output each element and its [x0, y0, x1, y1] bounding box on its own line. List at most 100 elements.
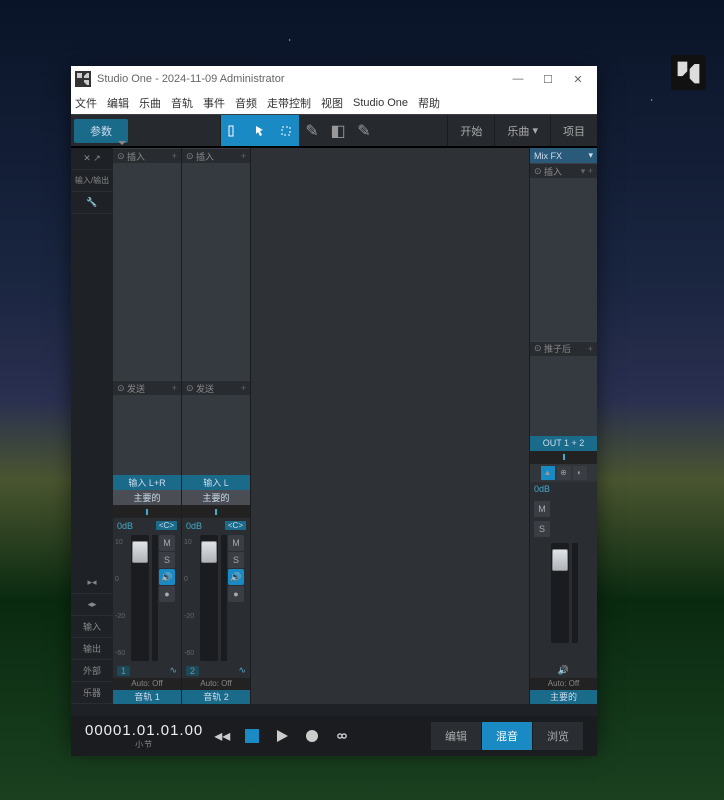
master-fader[interactable] — [551, 543, 569, 643]
solo-button[interactable]: S — [228, 552, 244, 568]
solo-button[interactable]: S — [159, 552, 175, 568]
inserts-header[interactable]: ⊙插入+ — [182, 148, 250, 163]
channel-name[interactable]: 音轨 2 — [182, 690, 250, 704]
dim-button[interactable]: ◐ — [573, 466, 587, 480]
tool-eraser[interactable]: ◧ — [325, 115, 351, 146]
monitor-button[interactable]: 🔊 — [228, 569, 244, 585]
expand-icon[interactable]: ◂▸ — [71, 594, 113, 616]
postfader-header[interactable]: ⊙推子后+ — [530, 341, 597, 356]
menu-song[interactable]: 乐曲 — [139, 95, 161, 111]
record-button[interactable]: ● — [228, 586, 244, 602]
mute-button[interactable]: M — [228, 535, 244, 551]
fader[interactable] — [131, 535, 149, 661]
fader-handle[interactable] — [201, 541, 217, 563]
solo-button[interactable]: S — [534, 521, 550, 537]
master-icon-row: 🔊 — [530, 663, 597, 678]
sends-slot[interactable] — [182, 395, 250, 475]
play-button[interactable] — [271, 725, 293, 747]
automation-mode[interactable]: Auto: Off — [182, 678, 250, 690]
menu-event[interactable]: 事件 — [203, 95, 225, 111]
maximize-button[interactable]: ☐ — [533, 66, 563, 92]
edit-mode-button[interactable]: 编辑 — [431, 722, 481, 750]
main-window: Studio One - 2024-11-09 Administrator — … — [71, 66, 597, 748]
tray-app-icon[interactable] — [671, 55, 706, 90]
mixfx-header[interactable]: Mix FX▾ — [530, 148, 597, 163]
automation-mode[interactable]: Auto: Off — [530, 678, 597, 690]
pan-control[interactable] — [530, 451, 597, 464]
channel-1: ⊙插入+ ⊙发送+ 输入 L+R 主要的 0dB<C> 100-20-60 M … — [113, 148, 182, 704]
mute-button[interactable]: M — [534, 501, 550, 517]
input-label[interactable]: 输入 L+R — [113, 475, 181, 490]
tool-paint[interactable]: ✎ — [351, 115, 377, 146]
output-label[interactable]: OUT 1 + 2 — [530, 436, 597, 451]
tool-marquee[interactable] — [273, 115, 299, 146]
gain-row: 0dB — [530, 482, 597, 497]
postfader-slot[interactable] — [530, 356, 597, 436]
tool-pointer[interactable] — [221, 115, 247, 146]
stop-button[interactable] — [241, 725, 263, 747]
browse-mode-button[interactable]: 浏览 — [533, 722, 583, 750]
record-button[interactable]: ● — [159, 586, 175, 602]
sends-slot[interactable] — [113, 395, 181, 475]
menu-view[interactable]: 视图 — [321, 95, 343, 111]
output-label[interactable]: 主要的 — [182, 490, 250, 505]
fader-handle[interactable] — [552, 549, 568, 571]
close-panel-icon[interactable]: ✕ ↗ — [71, 148, 113, 170]
input-label[interactable]: 输入 L — [182, 475, 250, 490]
pan-control[interactable] — [182, 505, 250, 518]
record-button[interactable] — [301, 725, 323, 747]
fader-area: 100-20-60 M S 🔊 ● — [113, 533, 181, 663]
wrench-icon[interactable]: 🔧 — [71, 192, 113, 214]
window-title: Studio One - 2024-11-09 Administrator — [97, 73, 503, 85]
channel-name[interactable]: 音轨 1 — [113, 690, 181, 704]
menu-edit[interactable]: 编辑 — [107, 95, 129, 111]
mute-button[interactable]: M — [159, 535, 175, 551]
menu-studio-one[interactable]: Studio One — [353, 97, 408, 109]
monitor-button[interactable]: 🔊 — [159, 569, 175, 585]
menu-help[interactable]: 帮助 — [418, 95, 440, 111]
close-button[interactable]: ✕ — [563, 66, 593, 92]
menu-file[interactable]: 文件 — [75, 95, 97, 111]
master-name[interactable]: 主要的 — [530, 690, 597, 704]
time-display[interactable]: 00001.01.01.00 小节 — [85, 722, 203, 750]
inserts-slot[interactable] — [182, 163, 250, 380]
project-button[interactable]: 项目 — [550, 115, 597, 146]
mix-mode-button[interactable]: 混音 — [482, 722, 532, 750]
instrument-button[interactable]: 乐器 — [71, 682, 113, 704]
song-button[interactable]: 乐曲 ▾ — [494, 115, 550, 146]
output-label[interactable]: 主要的 — [113, 490, 181, 505]
minimize-button[interactable]: — — [503, 66, 533, 92]
wave-icon[interactable]: ∿ — [238, 665, 246, 676]
fader-handle[interactable] — [132, 541, 148, 563]
tool-pencil[interactable]: ✎ — [299, 115, 325, 146]
metronome-icon[interactable]: ▲ — [541, 466, 555, 480]
pan-control[interactable] — [113, 505, 181, 518]
channel-number: 2 — [186, 666, 199, 676]
sends-header[interactable]: ⊙发送+ — [182, 380, 250, 395]
start-button[interactable]: 开始 — [447, 115, 494, 146]
inserts-header[interactable]: ⊙插入▾ + — [530, 163, 597, 178]
tool-arrow[interactable] — [247, 115, 273, 146]
gain-row: 0dB<C> — [182, 518, 250, 533]
rewind-button[interactable]: ◂◂ — [211, 725, 233, 747]
external-button[interactable]: 外部 — [71, 660, 113, 682]
io-button[interactable]: 输入/输出 — [71, 170, 113, 192]
inserts-slot[interactable] — [530, 178, 597, 341]
output-button[interactable]: 输出 — [71, 638, 113, 660]
horizontal-scrollbar[interactable] — [71, 704, 597, 716]
inserts-slot[interactable] — [113, 163, 181, 380]
channel-number-row: 2∿ — [182, 663, 250, 678]
input-button[interactable]: 输入 — [71, 616, 113, 638]
param-button[interactable]: 参数 — [74, 119, 128, 143]
inserts-header[interactable]: ⊙插入+ — [113, 148, 181, 163]
automation-mode[interactable]: Auto: Off — [113, 678, 181, 690]
menu-track[interactable]: 音轨 — [171, 95, 193, 111]
loop-button[interactable] — [331, 725, 353, 747]
sends-header[interactable]: ⊙发送+ — [113, 380, 181, 395]
menu-transport[interactable]: 走带控制 — [267, 95, 311, 111]
menu-audio[interactable]: 音频 — [235, 95, 257, 111]
fader[interactable] — [200, 535, 218, 661]
mono-button[interactable]: ⊕ — [557, 466, 571, 480]
wave-icon[interactable]: ∿ — [169, 665, 177, 676]
collapse-icon[interactable]: ▸◂ — [71, 572, 113, 594]
